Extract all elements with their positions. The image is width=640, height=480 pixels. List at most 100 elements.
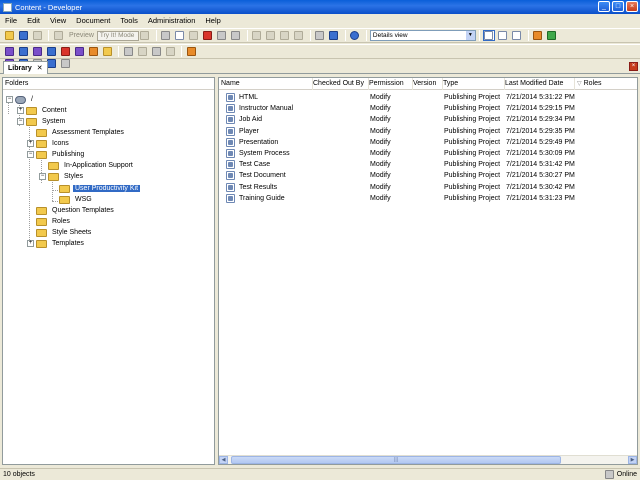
publish-button[interactable] bbox=[185, 46, 197, 57]
tree-item-publishing[interactable]: − Publishing bbox=[27, 149, 86, 160]
scroll-left-icon[interactable]: ◀ bbox=[219, 456, 228, 464]
remove-button[interactable] bbox=[293, 30, 305, 41]
table-row[interactable]: HTML Modify Publishing Project 7/21/2014 5:… bbox=[219, 92, 637, 103]
minimize-button[interactable]: _ bbox=[598, 1, 610, 12]
undo-button[interactable] bbox=[251, 30, 263, 41]
delete-button[interactable] bbox=[202, 30, 214, 41]
tree-item-system[interactable]: − System bbox=[17, 116, 67, 127]
import-dropdown-button[interactable] bbox=[136, 46, 148, 57]
column-header-last-modified[interactable]: Last Modified Date bbox=[505, 78, 575, 90]
new-module-button[interactable] bbox=[3, 46, 15, 57]
expand-icon[interactable]: + bbox=[27, 240, 34, 247]
save-all-button[interactable] bbox=[31, 30, 43, 41]
table-row[interactable]: Training Guide Modify Publishing Project 7/… bbox=[219, 193, 637, 204]
tree-item-in-application-support[interactable]: In-Application Support bbox=[39, 160, 135, 171]
layout-3-button[interactable] bbox=[511, 30, 523, 41]
save-button[interactable] bbox=[17, 30, 29, 41]
column-header-version[interactable]: Version bbox=[413, 78, 443, 90]
collapse-icon[interactable]: − bbox=[6, 96, 13, 103]
insert-button[interactable] bbox=[279, 30, 291, 41]
copy-button[interactable] bbox=[174, 30, 186, 41]
new-web-page-button[interactable] bbox=[45, 46, 57, 57]
layout-2-button[interactable] bbox=[497, 30, 509, 41]
new-folder-button[interactable] bbox=[101, 46, 113, 57]
cut-button[interactable] bbox=[160, 30, 172, 41]
scroll-right-icon[interactable]: ▶ bbox=[628, 456, 637, 464]
maximize-button[interactable]: □ bbox=[612, 1, 624, 12]
table-row[interactable]: Test Results Modify Publishing Project 7/21… bbox=[219, 182, 637, 193]
preview-icon-button[interactable] bbox=[52, 30, 64, 41]
folder-open-icon bbox=[26, 117, 37, 126]
tree-item-user-productivity-kit[interactable]: User Productivity Kit bbox=[50, 183, 141, 194]
tree-item-styles[interactable]: − Styles bbox=[39, 171, 85, 182]
export-button[interactable] bbox=[150, 46, 162, 57]
table-row[interactable]: Presentation Modify Publishing Project 7/21… bbox=[219, 137, 637, 148]
menu-help[interactable]: Help bbox=[200, 16, 225, 25]
tree-item-root[interactable]: − / bbox=[6, 94, 35, 105]
find-button[interactable] bbox=[230, 30, 242, 41]
table-row[interactable]: System Process Modify Publishing Project 7/… bbox=[219, 148, 637, 159]
menu-document[interactable]: Document bbox=[71, 16, 115, 25]
table-row[interactable]: Test Case Modify Publishing Project 7/21/20… bbox=[219, 159, 637, 170]
collapse-icon[interactable]: − bbox=[39, 173, 46, 180]
preview-button[interactable]: Preview bbox=[69, 32, 94, 39]
refresh-button[interactable] bbox=[546, 30, 558, 41]
column-header-name[interactable]: Name bbox=[221, 78, 313, 90]
import-button[interactable] bbox=[122, 46, 134, 57]
folder-open-icon bbox=[59, 184, 70, 193]
cell-last-modified: 7/21/2014 5:31:23 PM bbox=[506, 194, 575, 202]
close-document-button[interactable]: × bbox=[629, 62, 638, 71]
horizontal-scrollbar[interactable]: ◀ ||| ▶ bbox=[219, 455, 637, 464]
collapse-icon[interactable]: − bbox=[17, 118, 24, 125]
new-package-button[interactable] bbox=[59, 46, 71, 57]
collapse-icon[interactable]: − bbox=[27, 151, 34, 158]
open-folder-button[interactable] bbox=[3, 30, 15, 41]
paste-button[interactable] bbox=[188, 30, 200, 41]
menu-tools[interactable]: Tools bbox=[115, 16, 143, 25]
column-header-roles[interactable]: ▽ Roles bbox=[577, 78, 637, 90]
menu-administration[interactable]: Administration bbox=[143, 16, 201, 25]
table-row[interactable]: Player Modify Publishing Project 7/21/2014 … bbox=[219, 126, 637, 137]
layout-icon bbox=[512, 31, 522, 40]
new-section-button[interactable] bbox=[17, 46, 29, 57]
tree-item-wsg[interactable]: WSG bbox=[50, 194, 94, 205]
layout-1-button[interactable] bbox=[482, 30, 495, 41]
close-tab-icon[interactable]: ✕ bbox=[37, 64, 43, 72]
mode-select[interactable]: Try It! Mode bbox=[96, 30, 139, 41]
view-select[interactable]: Details view ▼ bbox=[369, 30, 476, 41]
help-button[interactable] bbox=[349, 30, 361, 41]
expand-icon[interactable]: + bbox=[17, 107, 24, 114]
tree-item-question-templates[interactable]: Question Templates bbox=[27, 205, 116, 216]
expand-icon[interactable]: + bbox=[27, 140, 34, 147]
redo-button[interactable] bbox=[265, 30, 277, 41]
new-assessment-button[interactable] bbox=[73, 46, 85, 57]
close-button[interactable]: × bbox=[626, 1, 638, 12]
tab-library[interactable]: Library ✕ bbox=[3, 61, 48, 74]
tree-item-content[interactable]: + Content bbox=[17, 105, 69, 116]
scrollbar-thumb[interactable]: ||| bbox=[231, 456, 561, 464]
find-replace-button[interactable] bbox=[314, 30, 326, 41]
tree-item-roles[interactable]: Roles bbox=[27, 216, 72, 227]
properties-panel-button[interactable] bbox=[532, 30, 544, 41]
table-row[interactable]: Job Aid Modify Publishing Project 7/21/2014… bbox=[219, 114, 637, 125]
properties-button[interactable] bbox=[216, 30, 228, 41]
column-header-checked-out-by[interactable]: Checked Out By bbox=[313, 78, 369, 90]
tree-item-style-sheets[interactable]: Style Sheets bbox=[27, 227, 93, 238]
tree-item-assessment-templates[interactable]: Assessment Templates bbox=[27, 127, 126, 138]
mode-dropdown-button[interactable] bbox=[139, 30, 151, 41]
export-icon bbox=[151, 47, 161, 56]
new-question-button[interactable] bbox=[87, 46, 99, 57]
spell-check-button[interactable] bbox=[328, 30, 340, 41]
new-topic-button[interactable] bbox=[31, 46, 43, 57]
menu-file[interactable]: File bbox=[0, 16, 22, 25]
help-icon bbox=[350, 31, 360, 40]
tree-item-templates[interactable]: + Templates bbox=[27, 238, 86, 249]
menu-view[interactable]: View bbox=[45, 16, 71, 25]
export-dropdown-button[interactable] bbox=[164, 46, 176, 57]
menu-edit[interactable]: Edit bbox=[22, 16, 45, 25]
column-header-permission[interactable]: Permission bbox=[369, 78, 413, 90]
table-row[interactable]: Instructor Manual Modify Publishing Projec… bbox=[219, 103, 637, 114]
column-header-type[interactable]: Type bbox=[443, 78, 505, 90]
table-row[interactable]: Test Document Modify Publishing Project 7/2… bbox=[219, 170, 637, 181]
tree-item-icons[interactable]: + Icons bbox=[27, 138, 71, 149]
